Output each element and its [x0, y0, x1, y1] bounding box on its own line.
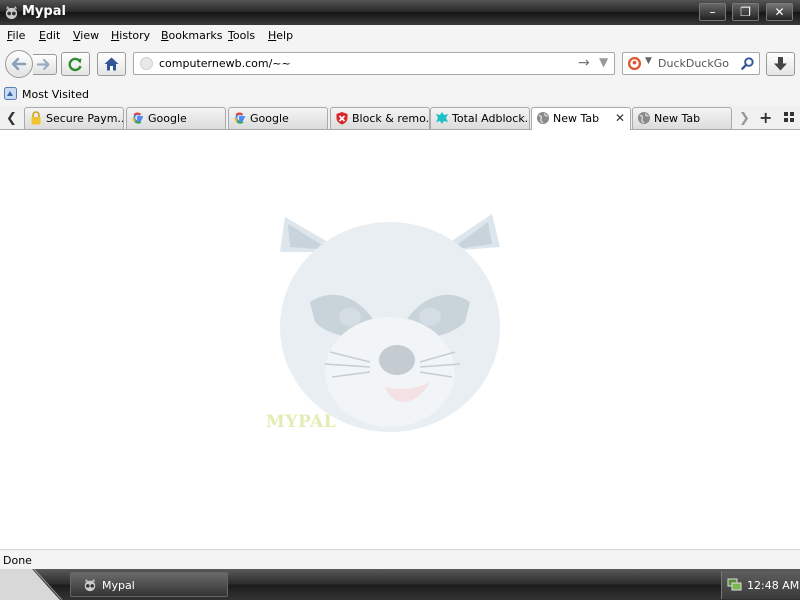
bookmarks-toolbar: Most Visited	[0, 84, 800, 105]
mypal-watermark-text: MYPAL	[266, 412, 337, 432]
close-tab-icon[interactable]: ✕	[615, 111, 625, 125]
maximize-button[interactable]: ❐	[732, 3, 759, 21]
search-icon[interactable]	[740, 56, 755, 71]
mypal-app-icon	[5, 5, 18, 20]
search-engine-dropdown-icon[interactable]: ▼	[645, 56, 652, 66]
window-title: Mypal	[22, 4, 66, 19]
forward-button[interactable]	[33, 54, 57, 75]
search-placeholder[interactable]: DuckDuckGo	[658, 57, 729, 70]
tab-label: Google	[250, 112, 289, 125]
back-arrow-icon	[11, 57, 27, 71]
mypal-app-icon	[84, 578, 96, 592]
page-content: MYPAL	[0, 130, 800, 549]
scroll-tabs-left-icon[interactable]: ❮	[6, 111, 17, 126]
back-button[interactable]	[5, 50, 33, 78]
site-identity-icon[interactable]	[140, 57, 153, 70]
taskbar: Mypal 12:48 AM	[0, 569, 800, 600]
tab-secure-payment[interactable]: Secure Paym...	[24, 107, 124, 129]
download-icon	[774, 57, 787, 71]
close-button[interactable]: ✕	[766, 3, 793, 21]
tab-strip: ❮ Secure Paym... Google Google Block & r…	[0, 105, 800, 130]
tab-label: New Tab	[553, 112, 600, 125]
reload-button[interactable]	[61, 52, 90, 76]
raccoon-icon	[280, 214, 500, 432]
network-icon[interactable]	[727, 577, 742, 592]
forward-arrow-icon	[36, 58, 50, 71]
tab-block-remove[interactable]: Block & remo...	[330, 107, 430, 129]
tab-new-tab-active[interactable]: New Tab ✕	[531, 107, 631, 130]
adblock-icon	[436, 112, 448, 124]
google-icon	[132, 112, 143, 124]
home-button[interactable]	[97, 52, 126, 76]
address-bar[interactable]: computernewb.com/~~ → ▼	[133, 52, 615, 75]
navigation-toolbar: computernewb.com/~~ → ▼ ▼ DuckDuckGo	[0, 46, 800, 84]
reload-icon	[68, 57, 82, 72]
search-bar[interactable]: ▼ DuckDuckGo	[622, 52, 760, 75]
menu-history[interactable]: History	[111, 29, 150, 42]
lock-icon	[31, 111, 41, 125]
taskbar-item-mypal[interactable]: Mypal	[70, 572, 228, 597]
list-all-tabs-icon[interactable]	[784, 112, 794, 122]
google-icon	[234, 112, 245, 124]
taskbar-item-label: Mypal	[102, 579, 135, 592]
menu-tools[interactable]: Tools	[228, 29, 255, 42]
downloads-button[interactable]	[766, 52, 795, 76]
menu-bookmarks[interactable]: Bookmarks	[161, 29, 222, 42]
tab-label: Block & remo...	[352, 112, 430, 125]
menu-file[interactable]: File	[7, 29, 25, 42]
globe-icon	[537, 112, 549, 124]
new-tab-icon[interactable]: +	[759, 108, 772, 127]
globe-icon	[638, 112, 650, 124]
system-tray: 12:48 AM	[721, 571, 800, 599]
tab-label: Total Adblock...	[452, 112, 530, 125]
minimize-button[interactable]: –	[699, 3, 726, 21]
tab-label: Google	[148, 112, 187, 125]
url-dropdown-icon[interactable]: ▼	[599, 55, 608, 69]
shield-icon	[336, 112, 348, 125]
clock[interactable]: 12:48 AM	[747, 579, 799, 592]
url-text[interactable]: computernewb.com/~~	[159, 57, 291, 70]
bookmarks-menu-icon[interactable]	[4, 87, 17, 100]
status-bar: Done	[0, 549, 800, 569]
menu-view[interactable]: View	[73, 29, 99, 42]
home-icon	[104, 57, 119, 71]
menu-edit[interactable]: Edit	[39, 29, 60, 42]
duckduckgo-icon[interactable]	[627, 56, 642, 71]
tab-new-tab[interactable]: New Tab	[632, 107, 732, 129]
status-text: Done	[3, 554, 32, 567]
start-button[interactable]	[0, 569, 62, 600]
go-arrow-icon[interactable]: →	[578, 55, 590, 71]
title-bar: Mypal – ❐ ✕	[0, 0, 800, 25]
tab-total-adblock[interactable]: Total Adblock...	[430, 107, 530, 129]
tab-label: Secure Paym...	[46, 112, 124, 125]
scroll-tabs-right-icon[interactable]: ❯	[739, 111, 750, 126]
tab-google-1[interactable]: Google	[126, 107, 226, 129]
tab-google-2[interactable]: Google	[228, 107, 328, 129]
menu-bar: File Edit View History Bookmarks Tools H…	[0, 25, 800, 46]
menu-help[interactable]: Help	[268, 29, 293, 42]
most-visited-bookmark[interactable]: Most Visited	[22, 88, 89, 101]
tab-label: New Tab	[654, 112, 701, 125]
